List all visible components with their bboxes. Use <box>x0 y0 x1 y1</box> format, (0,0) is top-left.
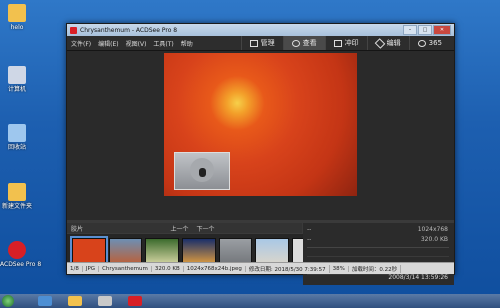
info-dash-2: -- <box>307 236 312 243</box>
folder-icon <box>8 183 26 201</box>
size-value: 320.0 KB <box>420 236 448 243</box>
previous-button[interactable]: 上一个 <box>170 224 188 233</box>
tab-view[interactable]: 查看 <box>282 36 325 50</box>
acdsee-taskbar-icon[interactable] <box>128 296 142 306</box>
recycle-bin-icon <box>8 124 26 142</box>
desktop-icon-recycle-bin[interactable]: 回收站 <box>0 124 34 151</box>
minimize-button[interactable]: – <box>403 25 417 35</box>
tab-label: 365 <box>428 39 442 47</box>
maximize-button[interactable]: □ <box>418 25 432 35</box>
desktop-icon-label: 新建文件夹 <box>1 203 32 210</box>
app-icon <box>70 26 77 34</box>
tab-edit[interactable]: 编辑 <box>366 36 409 50</box>
title-bar[interactable]: Chrysanthemum - ACDSee Pro 8 – □ ✕ <box>67 24 454 36</box>
develop-icon <box>333 39 342 47</box>
ie-icon[interactable] <box>38 296 52 306</box>
menu-edit[interactable]: 编辑(E) <box>98 39 118 48</box>
status-bar: 1/8 JPG Chrysanthemum 320.0 KB 1024x768x… <box>67 262 454 274</box>
status-load-time: 加载时间：0.22秒 <box>349 264 402 273</box>
menu-file[interactable]: 文件(F) <box>71 39 91 48</box>
folder-icon <box>8 4 26 22</box>
status-filename: Chrysanthemum <box>99 265 152 272</box>
next-button[interactable]: 下一个 <box>197 224 215 233</box>
desktop-icon-helo[interactable]: helo <box>0 4 34 31</box>
status-index: 1/8 <box>67 265 83 272</box>
acdsee-window: Chrysanthemum - ACDSee Pro 8 – □ ✕ 文件(F)… <box>66 23 455 285</box>
desktop-icon-computer[interactable]: 计算机 <box>0 66 34 93</box>
koala-thumbnail[interactable] <box>174 152 230 190</box>
cloud-icon <box>417 39 426 47</box>
menu-tools[interactable]: 工具(T) <box>153 39 173 48</box>
date-value: 2008/3/14 13:59:26 <box>388 274 448 281</box>
image-viewer: 胶片 上一个 下一个 1024x768 -- 320.0 KB -- 2008/… <box>67 51 454 285</box>
tab-label: 编辑 <box>386 39 401 47</box>
desktop-icon-label: helo <box>10 24 24 31</box>
status-dimensions: 1024x768x24b.jpeg <box>184 265 246 272</box>
media-icon[interactable] <box>98 296 112 306</box>
status-zoom[interactable]: 38% <box>330 265 349 272</box>
resolution-value: 1024x768 <box>417 226 448 233</box>
explorer-icon[interactable] <box>68 296 82 306</box>
acdsee-icon <box>8 241 26 259</box>
close-button[interactable]: ✕ <box>433 25 451 35</box>
tab-label: 查看 <box>302 39 317 47</box>
tab-365[interactable]: 365 <box>408 36 450 50</box>
tab-manage[interactable]: 管理 <box>240 36 283 50</box>
status-modified: 修改日期: 2018/5/30 7:39:57 <box>246 264 330 273</box>
status-format: JPG <box>83 265 100 272</box>
filmstrip-label: 胶片 <box>71 225 84 233</box>
tab-label: 冲印 <box>344 39 359 47</box>
info-dash-1: -- <box>307 226 312 233</box>
filmstrip-header: 胶片 上一个 下一个 <box>67 223 302 233</box>
grid-icon <box>249 39 258 47</box>
tab-develop[interactable]: 冲印 <box>324 36 367 50</box>
mode-tabs: 管理 查看 冲印 编辑 365 <box>240 36 450 50</box>
window-title: Chrysanthemum - ACDSee Pro 8 <box>80 26 178 34</box>
desktop-icon-label: 计算机 <box>7 86 26 93</box>
tab-label: 管理 <box>260 39 275 47</box>
desktop-icon-acdsee[interactable]: ACDSee Pro 8 <box>0 241 42 268</box>
edit-icon <box>374 37 385 49</box>
toolbar: 文件(F) 编辑(E) 视图(V) 工具(T) 帮助 管理 查看 冲印 编辑 3… <box>67 36 454 51</box>
start-button[interactable] <box>2 295 14 307</box>
koala-nose <box>199 168 206 177</box>
computer-icon <box>8 66 26 84</box>
status-filesize: 320.0 KB <box>152 265 184 272</box>
taskbar <box>0 294 500 308</box>
desktop-icon-label: 回收站 <box>7 144 26 151</box>
info-panel: 1024x768 -- 320.0 KB -- 2008/3/14 13:59:… <box>303 223 454 285</box>
desktop-icon-label: ACDSee Pro 8 <box>0 261 42 268</box>
menu-bar: 文件(F) 编辑(E) 视图(V) 工具(T) 帮助 <box>71 39 193 48</box>
menu-help[interactable]: 帮助 <box>181 39 193 48</box>
eye-icon <box>291 39 300 47</box>
desktop-icon-new-folder[interactable]: 新建文件夹 <box>0 183 34 210</box>
menu-view[interactable]: 视图(V) <box>126 39 147 48</box>
